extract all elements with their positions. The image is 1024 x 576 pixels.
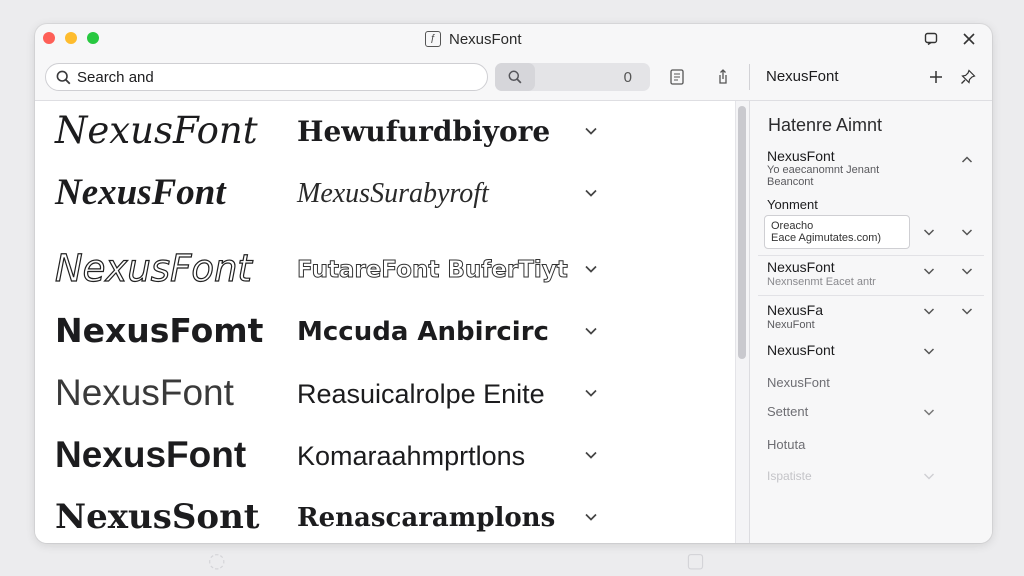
group-subtitle: Nexnsenmt Eacet antr	[767, 276, 876, 288]
list-item[interactable]: Settent	[767, 404, 808, 419]
list-item[interactable]: NexusFont	[767, 375, 830, 390]
detail-heading: Hatenre Aimnt	[768, 115, 883, 135]
list-item[interactable]: Ispatiste	[767, 469, 812, 483]
chevron-down-icon[interactable]	[583, 123, 599, 139]
toolbar: Search and 0 NexusFont	[35, 58, 992, 98]
font-name: NexusSont	[55, 497, 260, 537]
font-row[interactable]: NexusFont Komaraahmprtlons	[35, 425, 735, 487]
font-list: NexusFont Hewufurdbiyore NexusFont Mexus…	[35, 101, 735, 543]
chevron-up-icon[interactable]	[960, 153, 974, 167]
chevron-down-icon[interactable]	[583, 447, 599, 463]
chevron-down-icon[interactable]	[922, 344, 936, 358]
close-icon	[963, 33, 975, 45]
chevron-down-icon[interactable]	[922, 225, 936, 239]
chevron-down-icon[interactable]	[583, 185, 599, 201]
panel-title: NexusFont	[766, 68, 839, 85]
popout-button[interactable]	[921, 29, 941, 49]
group-subtitle: Yo eaecanomnt Jenant	[767, 164, 880, 176]
font-sample: FutareFont BuferTiyt	[297, 257, 569, 284]
list-item[interactable]: Hotuta	[767, 437, 805, 452]
scrollbar-thumb[interactable]	[738, 106, 746, 359]
divider	[758, 255, 984, 256]
group-title[interactable]: NexusFont	[767, 148, 835, 164]
popout-icon	[924, 32, 938, 46]
font-row[interactable]: NexusFont Hewufurdbiyore	[35, 101, 735, 163]
background-chat-icon: ◌	[208, 548, 226, 572]
group-subtitle: Beancont	[767, 176, 814, 188]
close-button[interactable]	[959, 29, 979, 49]
chevron-down-icon[interactable]	[922, 469, 936, 483]
font-name: NexusFont	[55, 172, 226, 213]
font-sample: MexusSurabyroft	[297, 178, 489, 209]
font-row[interactable]: NexusFont Reasuicalrolpe Enite	[35, 363, 735, 425]
plus-icon	[930, 71, 942, 83]
toolbar-divider	[749, 64, 750, 90]
document-button[interactable]	[667, 67, 687, 87]
font-app-icon: ƒ	[425, 31, 441, 47]
search-input[interactable]: Search and	[45, 63, 488, 91]
font-row[interactable]: NexusFont MexusSurabyroft	[35, 163, 735, 225]
chevron-down-icon[interactable]	[960, 304, 974, 318]
divider	[758, 295, 984, 296]
share-button[interactable]	[713, 67, 733, 87]
add-button[interactable]	[926, 67, 946, 87]
font-row[interactable]: NexusSont Renascaramplons	[35, 487, 735, 543]
zoom-window-button[interactable]	[87, 32, 99, 44]
detail-panel: Hatenre Aimnt NexusFont Yo eaecanomnt Je…	[750, 101, 992, 543]
chevron-down-icon[interactable]	[922, 405, 936, 419]
group-subtitle: NexuFont	[767, 319, 815, 331]
share-icon	[719, 69, 727, 84]
close-window-button[interactable]	[43, 32, 55, 44]
font-name: NexusFont	[55, 434, 247, 475]
font-sample: Reasuicalrolpe Enite	[297, 379, 545, 409]
chevron-down-icon[interactable]	[583, 509, 599, 525]
font-row[interactable]: NexusFomt Mccuda Anbircirc	[35, 301, 735, 363]
pin-icon	[961, 69, 976, 84]
font-row[interactable]: NexusFont FutareFont BuferTiyt	[35, 239, 735, 301]
background-window-icon: ▢	[686, 548, 705, 572]
filter-control[interactable]: 0	[495, 63, 650, 91]
app-window: ƒ NexusFont Search and 0 NexusFont Nexus…	[35, 24, 992, 543]
chevron-down-icon[interactable]	[960, 225, 974, 239]
chevron-down-icon[interactable]	[583, 261, 599, 277]
font-name: NexusFont	[55, 109, 258, 152]
font-name: NexusFomt	[55, 311, 264, 350]
font-name: NexusFont	[55, 372, 234, 413]
search-icon	[56, 70, 71, 84]
chevron-down-icon[interactable]	[922, 304, 936, 318]
result-count: 0	[623, 68, 632, 86]
chevron-down-icon[interactable]	[583, 323, 599, 339]
chevron-down-icon[interactable]	[922, 264, 936, 278]
field-line: Eace Agimutates.com)	[771, 232, 882, 244]
window-title-group: ƒ NexusFont	[425, 29, 522, 49]
search-text: Search and	[77, 68, 154, 86]
search-icon	[508, 70, 522, 84]
font-sample: Komaraahmprtlons	[297, 441, 526, 471]
section-label: Yonment	[767, 197, 818, 212]
font-sample: Renascaramplons	[297, 503, 556, 533]
pin-button[interactable]	[958, 67, 978, 87]
filter-search-button[interactable]	[495, 63, 535, 91]
font-name: NexusFont	[54, 246, 252, 290]
chevron-down-icon[interactable]	[960, 264, 974, 278]
group-title[interactable]: NexusFont	[767, 259, 835, 275]
list-item[interactable]: NexusFont	[767, 342, 835, 358]
document-icon	[670, 69, 684, 85]
field-line: Oreacho	[771, 220, 814, 232]
font-sample: Hewufurdbiyore	[297, 115, 551, 148]
chevron-down-icon[interactable]	[583, 385, 599, 401]
group-title[interactable]: NexusFa	[767, 302, 823, 318]
font-sample: Mccuda Anbircirc	[297, 317, 549, 347]
email-field[interactable]: Oreacho Eace Agimutates.com)	[764, 215, 910, 249]
minimize-window-button[interactable]	[65, 32, 77, 44]
title-bar: ƒ NexusFont	[35, 24, 992, 54]
window-title: NexusFont	[449, 30, 522, 48]
